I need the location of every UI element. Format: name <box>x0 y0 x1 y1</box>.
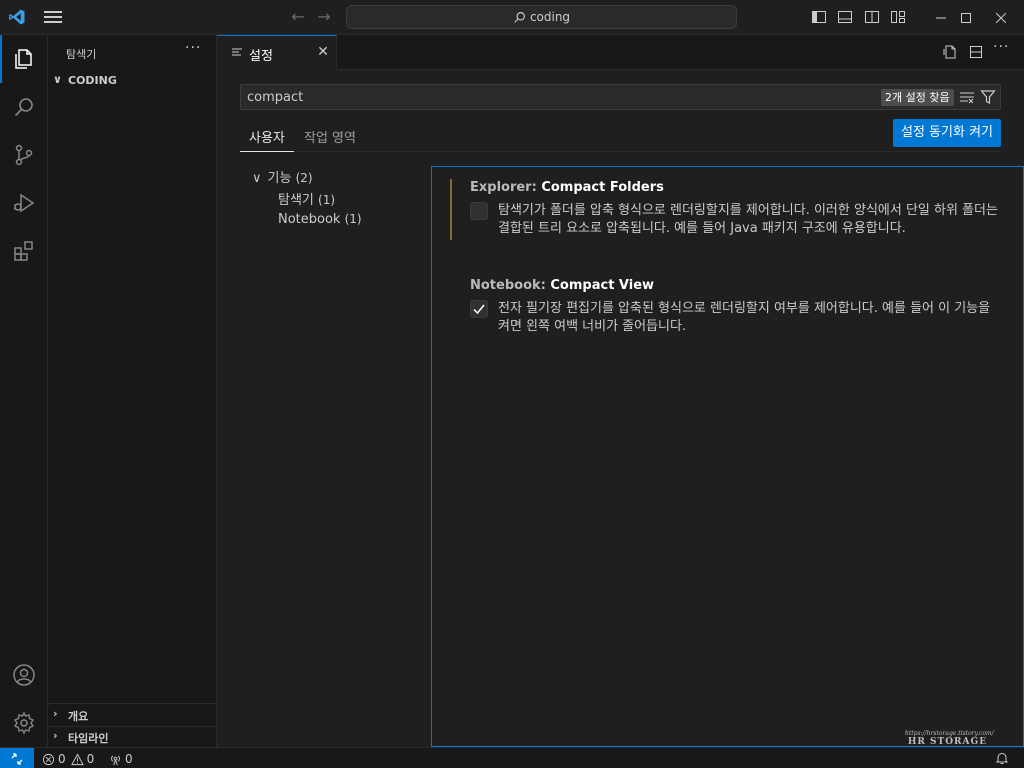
toggle-secondary-sidebar-icon[interactable] <box>864 9 880 25</box>
remote-indicator-button[interactable] <box>0 748 34 768</box>
source-control-activity[interactable] <box>0 131 48 179</box>
filter-icon[interactable] <box>980 89 996 105</box>
editor-more-actions-icon[interactable]: ··· <box>993 39 1009 55</box>
remote-icon <box>11 752 23 765</box>
toc-item-features[interactable]: ∨ 기능 (2) <box>252 167 313 187</box>
toc-notebook-label: Notebook <box>278 212 341 227</box>
forward-arrow-icon[interactable]: → <box>315 8 333 26</box>
settings-search-box[interactable]: 2개 설정 찾음 <box>240 84 1001 110</box>
search-activity[interactable] <box>0 83 48 131</box>
sidebar-header: 탐색기 ··· <box>48 35 216 70</box>
tab-workspace[interactable]: 작업 영역 <box>304 127 356 152</box>
title-bar: ← → coding <box>0 0 1024 35</box>
account-icon <box>13 664 35 686</box>
chevron-down-icon: ∨ <box>53 73 62 86</box>
setting-description: 탐색기가 폴더를 압축 형식으로 렌더링할지를 제어합니다. 이러한 양식에서 … <box>498 203 998 236</box>
run-debug-activity[interactable] <box>0 179 48 227</box>
focus-indicator <box>450 179 452 240</box>
explorer-icon <box>15 49 32 69</box>
explorer-activity[interactable] <box>0 35 48 83</box>
manage-gear-icon <box>13 711 35 735</box>
folder-section-coding[interactable]: ∨ CODING <box>48 70 216 92</box>
toc-item-notebook[interactable]: Notebook (1) <box>278 212 362 232</box>
run-debug-icon <box>14 193 35 213</box>
tab-user[interactable]: 사용자 <box>240 127 294 152</box>
compact-folders-checkbox[interactable] <box>470 202 488 220</box>
watermark-brand: HR STORAGE <box>907 737 988 747</box>
setting-category: Explorer: <box>470 180 542 195</box>
timeline-section-label: 타임라인 <box>68 732 109 745</box>
watermark-url: https://hrstorage.tistory.com/ <box>905 730 994 737</box>
command-center-text: coding <box>529 10 571 24</box>
setting-name: Compact View <box>550 278 655 293</box>
outline-section-label: 개요 <box>68 710 89 723</box>
open-settings-json-icon[interactable] <box>942 44 958 60</box>
warning-count: 0 <box>86 752 95 766</box>
toggle-panel-icon[interactable] <box>837 9 853 25</box>
settings-list: Explorer: Compact Folders 탐색기가 폴더를 압축 형식… <box>431 166 1024 747</box>
results-count-badge: 2개 설정 찾음 <box>881 89 954 106</box>
timeline-section[interactable]: › 타임라인 <box>48 726 216 748</box>
ports-indicator[interactable]: 0 <box>109 751 133 767</box>
settings-tab-icon <box>232 48 242 56</box>
command-center-search[interactable]: coding <box>346 5 737 29</box>
tab-settings[interactable]: 설정 ✕ <box>217 35 337 70</box>
split-editor-icon[interactable] <box>968 44 984 60</box>
explorer-sidebar: 탐색기 ··· ∨ CODING › 개요 › 타임라인 <box>48 35 217 747</box>
setting-title: Notebook: Compact View <box>470 278 654 293</box>
clear-filter-icon[interactable] <box>959 89 975 105</box>
vscode-logo-icon <box>9 9 25 25</box>
toc-features-label: 기능 <box>267 171 292 186</box>
extensions-icon <box>14 241 33 261</box>
toc-item-explorer[interactable]: 탐색기 (1) <box>278 189 335 209</box>
customize-layout-icon[interactable] <box>890 9 906 25</box>
toc-features-count: (2) <box>295 171 313 185</box>
watermark: https://hrstorage.tistory.com/ HR STORAG… <box>905 730 994 747</box>
hamburger-menu-button[interactable] <box>44 9 62 25</box>
back-arrow-icon[interactable]: ← <box>289 8 307 26</box>
settings-scope-tabs: 사용자 작업 영역 <box>240 123 1001 152</box>
error-count: 0 <box>58 752 66 766</box>
toc-explorer-count: (1) <box>318 193 336 207</box>
manage-activity[interactable] <box>0 699 48 747</box>
chevron-right-icon: › <box>53 707 58 720</box>
accounts-activity[interactable] <box>0 651 48 699</box>
search-icon <box>514 12 525 23</box>
notifications-bell-icon[interactable] <box>995 751 1009 765</box>
settings-search-input[interactable] <box>247 88 847 106</box>
toggle-primary-sidebar-icon[interactable] <box>811 9 827 25</box>
compact-view-checkbox[interactable] <box>470 300 488 318</box>
chevron-down-icon: ∨ <box>252 171 262 186</box>
close-icon <box>996 12 1006 23</box>
setting-name: Compact Folders <box>541 180 664 195</box>
status-bar: 0 0 0 <box>0 747 1024 768</box>
more-actions-icon[interactable]: ··· <box>185 40 201 56</box>
ports-count: 0 <box>125 752 133 766</box>
toc-notebook-count: (1) <box>344 212 362 226</box>
activity-bar <box>0 35 48 747</box>
close-tab-icon[interactable]: ✕ <box>315 44 331 60</box>
sidebar-title: 탐색기 <box>66 48 97 61</box>
settings-editor: 설정 ✕ ··· 2개 설정 찾음 사용자 작업 영역 설정 동기화 켜기 ∨ 기… <box>217 35 1024 747</box>
setting-category: Notebook: <box>470 278 551 293</box>
error-icon <box>42 753 55 765</box>
outline-section[interactable]: › 개요 <box>48 704 216 726</box>
maximize-icon <box>961 12 971 23</box>
tab-label: 설정 <box>249 49 273 64</box>
search-icon <box>14 98 33 117</box>
warning-icon <box>70 752 84 765</box>
setting-description: 전자 필기장 편집기를 압축된 형식으로 렌더링할지 여부를 제어합니다. 예를… <box>498 301 991 334</box>
checkmark-icon <box>473 304 485 315</box>
setting-title: Explorer: Compact Folders <box>470 180 664 195</box>
problems-indicator[interactable]: 0 0 <box>42 751 94 767</box>
broadcast-icon <box>111 754 120 765</box>
close-window-button[interactable] <box>978 0 1024 35</box>
extensions-activity[interactable] <box>0 227 48 275</box>
source-control-icon <box>15 144 33 166</box>
toc-explorer-label: 탐색기 <box>278 193 314 208</box>
turn-on-settings-sync-button[interactable]: 설정 동기화 켜기 <box>893 119 1001 147</box>
editor-tab-bar: 설정 ✕ ··· <box>217 35 1024 70</box>
chevron-right-icon: › <box>53 729 58 742</box>
folder-section-label: CODING <box>68 74 117 87</box>
